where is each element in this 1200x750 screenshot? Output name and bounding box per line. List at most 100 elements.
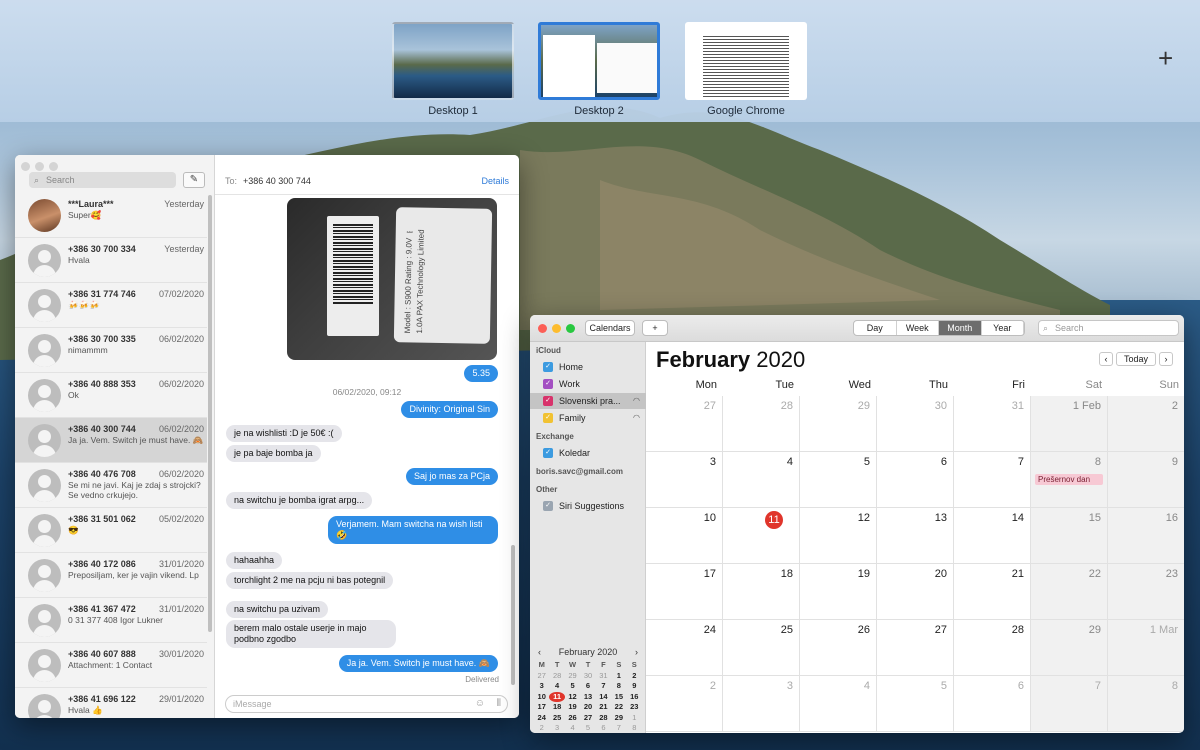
mini-day[interactable]: 23 xyxy=(627,702,642,713)
day-cell[interactable]: 12 xyxy=(800,508,877,564)
mini-day[interactable]: 14 xyxy=(596,692,611,703)
message-bubble[interactable]: je na wishlisti :D je 50€ :( xyxy=(226,425,342,442)
mini-day[interactable]: 21 xyxy=(596,702,611,713)
checkbox-icon[interactable]: ✓ xyxy=(543,396,553,406)
imessage-input[interactable]: iMessage ☺ ⦀ xyxy=(225,695,508,713)
checkbox-icon[interactable]: ✓ xyxy=(543,448,553,458)
message-bubble[interactable]: Verjamem. Mam switcha na wish listi 🤣 xyxy=(328,516,498,544)
day-cell[interactable]: 30 xyxy=(877,396,954,452)
day-cell[interactable]: 29 xyxy=(1031,620,1108,676)
mini-day[interactable]: 27 xyxy=(580,713,595,724)
details-button[interactable]: Details xyxy=(481,176,509,186)
message-bubble[interactable]: torchlight 2 me na pcju ni bas potegnil xyxy=(226,572,394,589)
day-cell[interactable]: 20 xyxy=(877,564,954,620)
message-bubble[interactable]: berem malo ostale userje in majo podbno … xyxy=(226,620,396,648)
mini-day[interactable]: 6 xyxy=(596,723,611,733)
day-cell[interactable]: 17 xyxy=(646,564,723,620)
checkbox-icon[interactable]: ✓ xyxy=(543,362,553,372)
mini-day[interactable]: 20 xyxy=(580,702,595,713)
mini-day[interactable]: 6 xyxy=(580,681,595,692)
mini-day[interactable]: 3 xyxy=(549,723,564,733)
conversation-row[interactable]: +386 40 172 086 31/01/2020 Preposiljam, ke… xyxy=(15,553,207,598)
mini-day[interactable]: 18 xyxy=(549,702,564,713)
calendar-item[interactable]: ✓ Work xyxy=(530,376,646,392)
day-cell[interactable]: 5 xyxy=(800,452,877,508)
next-month-button[interactable]: › xyxy=(1159,352,1173,366)
today-button[interactable]: Today xyxy=(1116,352,1156,366)
conversation-row[interactable]: +386 30 700 334 Yesterday Hvala xyxy=(15,238,207,283)
mini-day[interactable]: 22 xyxy=(611,702,626,713)
mini-day[interactable]: 29 xyxy=(611,713,626,724)
day-cell[interactable]: 5 xyxy=(877,676,954,732)
view-tab-year[interactable]: Year xyxy=(982,321,1024,335)
conversation-row[interactable]: +386 30 700 335 06/02/2020 nimammm xyxy=(15,328,207,373)
message-bubble[interactable]: je pa baje bomba ja xyxy=(226,445,321,462)
mini-day[interactable]: 1 xyxy=(611,671,626,682)
prev-month-button[interactable]: ‹ xyxy=(1099,352,1113,366)
add-event-button[interactable]: + xyxy=(642,320,668,336)
mini-day[interactable]: 28 xyxy=(549,671,564,682)
conversation-row[interactable]: +386 40 888 353 06/02/2020 Ok xyxy=(15,373,207,418)
message-bubble[interactable]: na switchu pa uzivam xyxy=(226,601,329,618)
day-cell[interactable]: 9 xyxy=(1108,452,1184,508)
day-cell[interactable]: 3 xyxy=(646,452,723,508)
day-cell[interactable]: 21 xyxy=(954,564,1031,620)
calendar-item[interactable]: ✓ Home xyxy=(530,359,646,375)
day-cell[interactable]: 3 xyxy=(723,676,800,732)
sidebar-scrollbar[interactable] xyxy=(208,195,212,632)
space-desktop-1[interactable]: Desktop 1 xyxy=(392,22,514,117)
mini-day[interactable]: 10 xyxy=(534,692,549,703)
search-input[interactable]: ⌕ Search xyxy=(29,172,176,188)
day-cell[interactable]: 4 xyxy=(723,452,800,508)
mini-day[interactable]: 19 xyxy=(565,702,580,713)
checkbox-icon[interactable]: ✓ xyxy=(543,379,553,389)
mini-day[interactable]: 30 xyxy=(580,671,595,682)
day-cell[interactable]: 28 xyxy=(954,620,1031,676)
mini-day[interactable]: 2 xyxy=(627,671,642,682)
day-cell[interactable]: 19 xyxy=(800,564,877,620)
mini-day[interactable]: 26 xyxy=(565,713,580,724)
mini-day[interactable]: 29 xyxy=(565,671,580,682)
day-cell[interactable]: 4 xyxy=(800,676,877,732)
day-cell[interactable]: 27 xyxy=(646,396,723,452)
close-button[interactable] xyxy=(538,324,547,333)
day-cell[interactable]: 7 xyxy=(1031,676,1108,732)
mini-day[interactable]: 31 xyxy=(596,671,611,682)
calendar-item[interactable]: ✓ Siri Suggestions xyxy=(530,498,646,514)
emoji-icon[interactable]: ☺ xyxy=(475,696,485,712)
checkbox-icon[interactable]: ✓ xyxy=(543,501,553,511)
day-cell[interactable]: 18 xyxy=(723,564,800,620)
conversation-row[interactable]: +386 41 367 472 31/01/2020 0 31 377 408 Ig… xyxy=(15,598,207,643)
add-space-button[interactable]: + xyxy=(1158,45,1173,71)
day-cell[interactable]: 2 xyxy=(646,676,723,732)
mini-day[interactable]: 7 xyxy=(611,723,626,733)
close-button[interactable] xyxy=(21,162,30,171)
day-cell[interactable]: 11 xyxy=(723,508,800,564)
checkbox-icon[interactable]: ✓ xyxy=(543,413,553,423)
mini-day[interactable]: 1 xyxy=(627,713,642,724)
mini-prev-button[interactable]: ‹ xyxy=(538,647,541,657)
mini-day[interactable]: 3 xyxy=(534,681,549,692)
day-cell[interactable]: 7 xyxy=(954,452,1031,508)
day-cell[interactable]: 15 xyxy=(1031,508,1108,564)
day-cell[interactable]: 22 xyxy=(1031,564,1108,620)
mini-day[interactable]: 4 xyxy=(565,723,580,733)
calendar-item[interactable]: ✓ Slovenski pra... ◠ xyxy=(530,393,646,409)
mini-day[interactable]: 11 xyxy=(549,691,565,702)
audio-icon[interactable]: ⦀ xyxy=(497,696,501,712)
mini-day[interactable]: 8 xyxy=(627,723,642,733)
message-bubble[interactable]: hahaahha xyxy=(226,552,283,569)
day-cell[interactable]: 16 xyxy=(1108,508,1184,564)
day-cell[interactable]: 10 xyxy=(646,508,723,564)
calendars-button[interactable]: Calendars xyxy=(585,320,635,336)
mini-day[interactable]: 5 xyxy=(580,723,595,733)
message-bubble[interactable]: Saj jo mas za PCja xyxy=(405,468,498,485)
message-bubble[interactable]: Ja ja. Vem. Switch je must have. 🙈 xyxy=(338,655,498,672)
message-bubble[interactable]: na switchu je bomba igrat arpg... xyxy=(226,492,373,509)
mini-next-button[interactable]: › xyxy=(635,647,638,657)
mini-day[interactable]: 8 xyxy=(611,681,626,692)
mini-day[interactable]: 24 xyxy=(534,713,549,724)
day-cell[interactable]: 26 xyxy=(800,620,877,676)
mini-day[interactable]: 27 xyxy=(534,671,549,682)
minimize-button[interactable] xyxy=(552,324,561,333)
